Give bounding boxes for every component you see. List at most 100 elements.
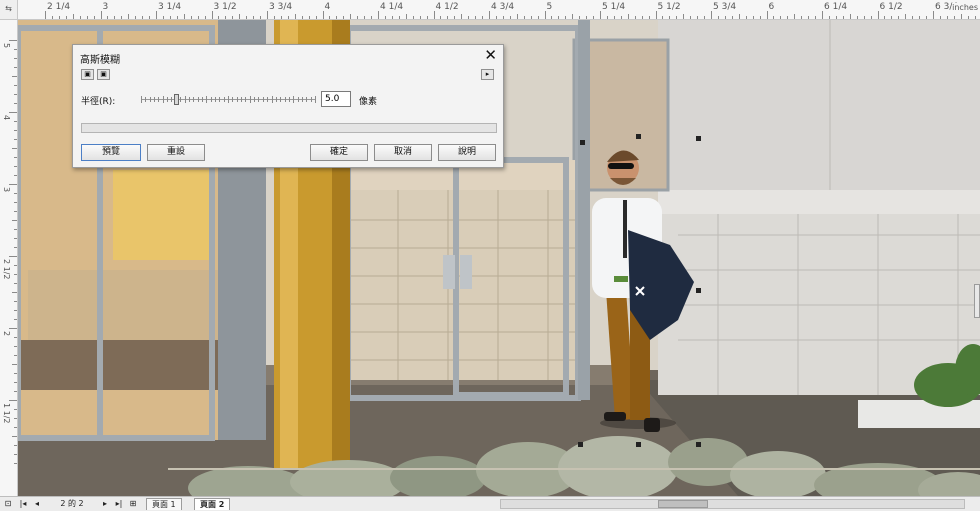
slider-thumb[interactable] (173, 94, 179, 105)
ruler-minor-tick (350, 14, 352, 19)
ruler-minor-tick (183, 14, 185, 19)
horizontal-scrollbar[interactable] (500, 499, 965, 509)
ruler-label: 3 (2, 187, 11, 193)
ruler-minor-tick (14, 265, 17, 266)
next-page-button[interactable]: ▸ (100, 498, 110, 510)
cancel-button[interactable]: 取消 (374, 144, 432, 161)
ruler-minor-tick (14, 463, 17, 464)
ruler-minor-tick (253, 16, 255, 19)
ruler-minor-tick (495, 16, 497, 19)
horizontal-scroll-thumb[interactable] (657, 500, 708, 508)
interior-counter (28, 270, 218, 340)
radius-label: 半徑(R): (81, 97, 116, 107)
ruler-minor-tick (454, 16, 456, 19)
ruler-minor-tick (14, 310, 17, 311)
vertical-scroll-thumb[interactable] (974, 284, 980, 318)
ruler-minor-tick (190, 16, 192, 19)
ruler-minor-tick (308, 16, 310, 19)
add-page-icon[interactable]: ⊞ (128, 498, 138, 510)
ruler-minor-tick (14, 103, 17, 104)
interior-floor (18, 340, 218, 390)
ruler-minor-tick (863, 16, 865, 19)
ruler-minor-tick (905, 14, 907, 19)
slider-tick (262, 97, 264, 102)
close-icon[interactable]: ✕ (484, 46, 497, 64)
ruler-label: 4 3/4 (491, 2, 515, 12)
slider-tick (214, 97, 216, 102)
ruler-minor-tick (759, 16, 761, 19)
ruler-minor-tick (586, 16, 588, 19)
slider-tick (232, 97, 234, 102)
ruler-minor-tick (967, 16, 969, 19)
ruler-minor-tick (724, 16, 726, 19)
upper-wall (658, 20, 980, 195)
slider-tick (245, 97, 247, 102)
preview-button[interactable]: 預覽 (81, 144, 141, 161)
ruler-minor-tick (912, 16, 914, 19)
tab-page-1[interactable]: 頁面 1 (146, 498, 182, 510)
ruler-minor-tick (14, 346, 17, 347)
previous-page-button[interactable]: ◂ (32, 498, 42, 510)
ruler-minor-tick (14, 382, 17, 383)
ruler-minor-tick (447, 16, 449, 19)
toggle-split-preview-icon[interactable]: ▣ (97, 69, 110, 80)
slider-tick (162, 96, 164, 103)
ruler-major-tick (600, 11, 601, 19)
horizontal-ruler: 2 1/4 3 3 1/4 3 1/2 3 3/4 4 4 1/4 4 1/2 4 3/4 5 5 … (0, 0, 980, 20)
last-page-button[interactable]: ▸| (112, 498, 126, 510)
ruler-minor-tick (704, 16, 706, 19)
ruler-minor-tick (593, 16, 595, 19)
ruler-minor-tick (218, 16, 220, 19)
ok-button[interactable]: 確定 (310, 144, 368, 161)
ruler-minor-tick (357, 16, 359, 19)
interior-light (113, 170, 213, 260)
ruler-minor-tick (14, 301, 17, 302)
toggle-preview-window-icon[interactable]: ▣ (81, 69, 94, 80)
ruler-minor-tick (149, 16, 151, 19)
ruler-minor-tick (891, 16, 893, 19)
first-page-button[interactable]: |◂ (16, 498, 30, 510)
ruler-minor-tick (509, 16, 511, 19)
ruler-minor-tick (960, 14, 962, 19)
ruler-minor-tick (14, 193, 17, 194)
ruler-minor-tick (12, 220, 17, 221)
ruler-major-tick (766, 11, 768, 19)
dialog-title: 高斯模糊 (80, 55, 120, 66)
ruler-minor-tick (86, 16, 88, 19)
status-bar: ⊡ |◂ ◂ 2 的 2 ▸ ▸| ⊞ 頁面 1 頁面 2 (0, 496, 980, 511)
tab-page-2[interactable]: 頁面 2 (194, 498, 231, 510)
ruler-minor-tick (405, 14, 407, 19)
page-counter: 2 的 2 (60, 499, 84, 508)
wall-ledge (658, 190, 980, 214)
ruler-minor-tick (939, 16, 941, 19)
ruler-major-tick (822, 11, 823, 19)
ruler-minor-tick (579, 16, 581, 19)
ruler-label: 3 1/4 (158, 2, 182, 12)
ruler-major-tick (100, 11, 102, 19)
slider-tick (315, 96, 316, 103)
ruler-minor-tick (225, 16, 227, 19)
radius-slider[interactable] (141, 94, 316, 106)
ruler-minor-tick (662, 16, 664, 19)
dialog-menu-arrow-icon[interactable]: ▸ (481, 69, 494, 80)
door-handle-right (460, 255, 472, 289)
slider-tick (236, 97, 238, 102)
ruler-minor-tick (12, 76, 17, 77)
reset-button[interactable]: 重設 (147, 144, 205, 161)
ruler-minor-tick (14, 85, 17, 86)
ruler-minor-tick (419, 16, 421, 19)
ruler-minor-tick (752, 16, 754, 19)
page-overview-icon[interactable]: ⊡ (3, 498, 13, 510)
ruler-minor-tick (65, 16, 67, 19)
ruler-major-tick (489, 11, 490, 19)
ruler-major-tick (156, 11, 157, 19)
ruler-minor-tick (606, 16, 608, 19)
radius-input[interactable] (321, 91, 351, 107)
ruler-label: 5 1/2 (657, 2, 681, 12)
ruler-major-tick (378, 11, 379, 19)
help-button[interactable]: 說明 (438, 144, 496, 161)
ruler-minor-tick (14, 130, 17, 131)
ruler-minor-tick (565, 16, 567, 19)
ruler-corner-icon[interactable]: ⇆ (0, 0, 18, 20)
ruler-minor-tick (14, 283, 17, 284)
